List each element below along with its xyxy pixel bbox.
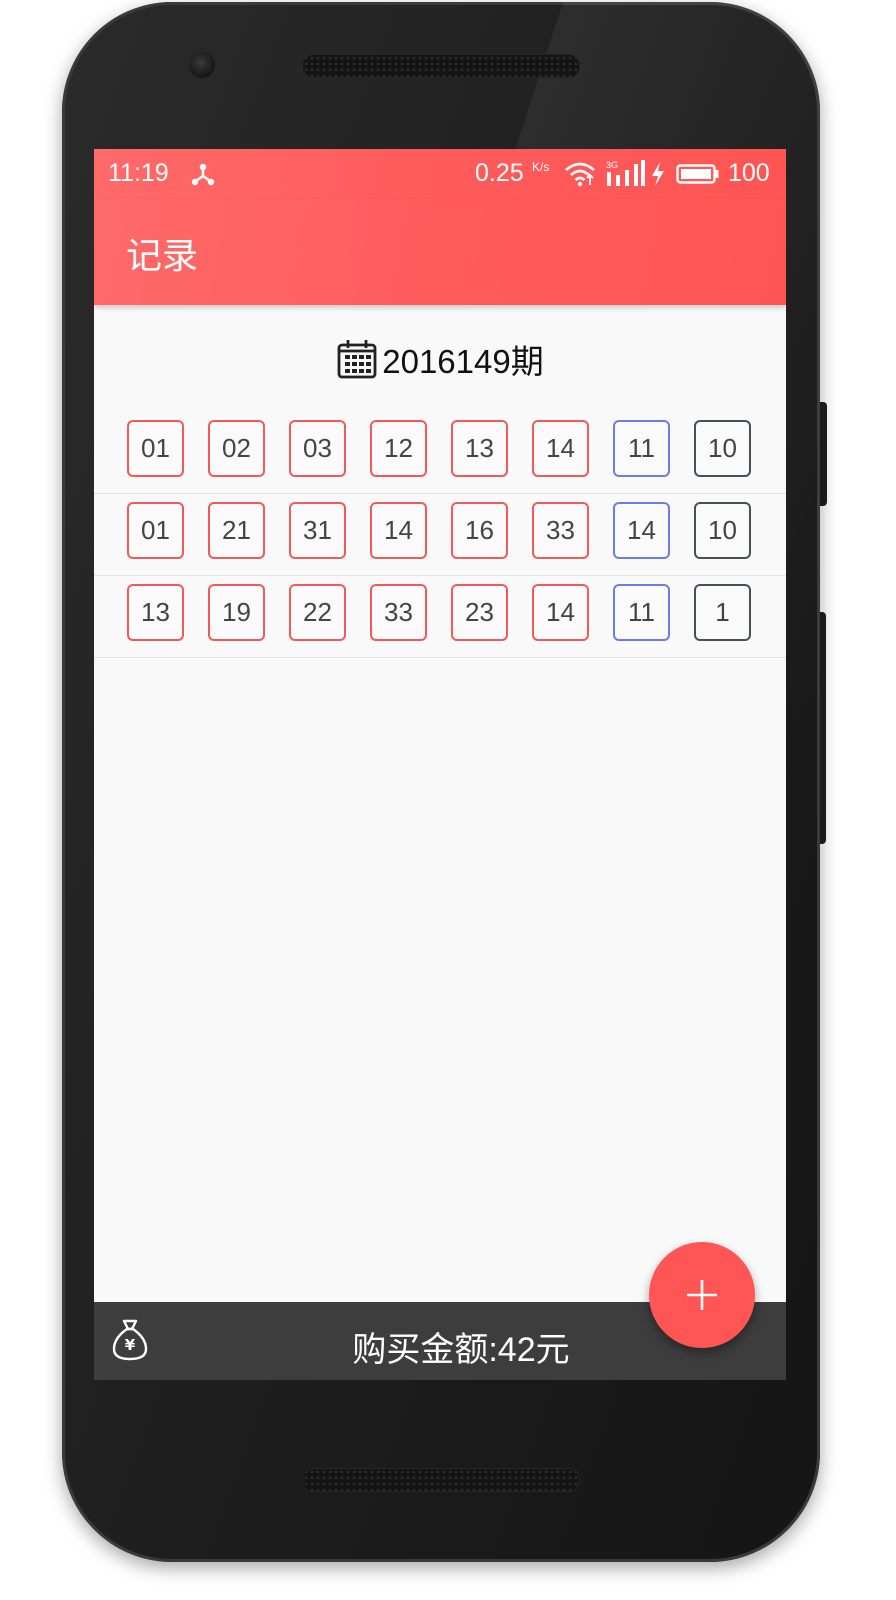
red-ball: 31 (289, 502, 346, 559)
usb-debug-icon (191, 163, 215, 186)
red-ball: 14 (532, 584, 589, 641)
add-ticket-button[interactable] (649, 1242, 755, 1348)
page-title: 记录 (126, 235, 199, 276)
front-camera (189, 52, 215, 78)
power-button (820, 402, 827, 506)
red-ball: 33 (532, 502, 589, 559)
multiple-box: 10 (694, 502, 751, 559)
status-bar: 11:19 0.25 K/s 3G 100 (94, 149, 786, 199)
red-ball: 01 (127, 502, 184, 559)
volume-button (820, 612, 826, 844)
multiple-box: 1 (694, 584, 751, 641)
bottom-speaker-grille (302, 1468, 580, 1492)
red-ball: 12 (370, 420, 427, 477)
battery-icon (676, 164, 719, 184)
ticket-row[interactable]: 01 21 31 14 16 33 14 10 (94, 493, 786, 576)
app-bar: 记录 (94, 199, 786, 305)
red-ball: 01 (127, 420, 184, 477)
ticket-row[interactable]: 13 19 22 33 23 14 11 1 (94, 575, 786, 658)
multiple-box: 10 (694, 420, 751, 477)
blue-ball: 11 (613, 584, 670, 641)
red-ball: 23 (451, 584, 508, 641)
svg-text:3G: 3G (606, 160, 618, 170)
charging-bolt-icon (652, 162, 664, 186)
red-ball: 03 (289, 420, 346, 477)
status-time: 11:19 (108, 159, 169, 187)
calendar-icon (337, 340, 377, 379)
app-screen: 11:19 0.25 K/s 3G 100 记录 2016149期 01 02 … (94, 149, 786, 1380)
ticket-row[interactable]: 01 02 03 12 13 14 11 10 (94, 411, 786, 494)
red-ball: 33 (370, 584, 427, 641)
blue-ball: 14 (613, 502, 670, 559)
issue-header: 2016149期 (94, 331, 786, 387)
battery-level: 100 (728, 159, 770, 187)
top-speaker-grille (302, 54, 580, 78)
red-ball: 19 (208, 584, 265, 641)
red-ball: 22 (289, 584, 346, 641)
red-ball: 13 (127, 584, 184, 641)
red-ball: 14 (532, 420, 589, 477)
plus-icon (687, 1280, 717, 1310)
red-ball: 02 (208, 420, 265, 477)
issue-number: 2016149期 (382, 343, 544, 380)
cell-signal-icon: 3G (606, 160, 645, 186)
red-ball: 13 (451, 420, 508, 477)
blue-ball: 11 (613, 420, 670, 477)
wifi-icon (565, 162, 595, 187)
red-ball: 16 (451, 502, 508, 559)
red-ball: 21 (208, 502, 265, 559)
network-speed: 0.25 (475, 159, 524, 187)
red-ball: 14 (370, 502, 427, 559)
network-speed-unit: K/s (532, 160, 550, 174)
